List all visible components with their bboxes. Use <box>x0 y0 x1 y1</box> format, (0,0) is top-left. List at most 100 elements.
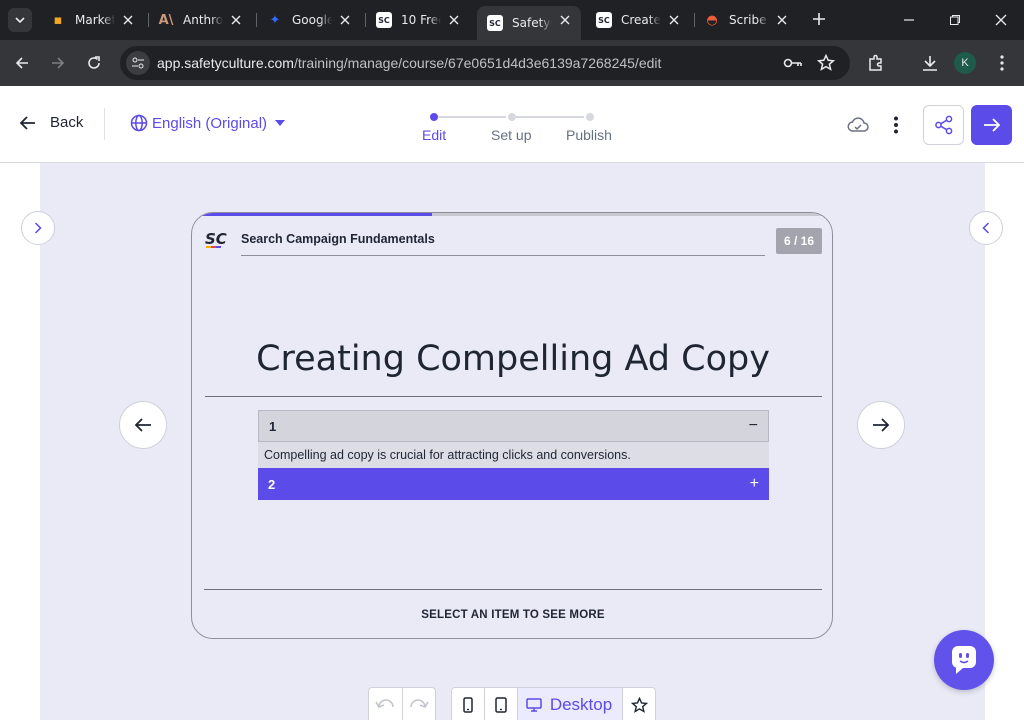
step-dot-publish <box>586 113 594 121</box>
back-button[interactable]: Back <box>20 114 83 131</box>
site-info-button[interactable] <box>126 51 150 75</box>
collapse-icon: − <box>748 417 758 434</box>
accordion-number: 1 <box>269 418 277 434</box>
redo-icon <box>410 699 429 708</box>
close-icon <box>449 15 459 25</box>
arrow-right-icon <box>873 418 890 432</box>
browser-tab[interactable]: ▪ Marketing <box>40 6 144 34</box>
close-icon <box>123 15 133 25</box>
header-divider <box>104 108 105 140</box>
caret-down-icon <box>275 120 286 126</box>
chevron-right-icon <box>34 222 42 234</box>
safetyculture-logo: SC <box>205 230 227 248</box>
tab-close-button[interactable] <box>666 12 682 28</box>
share-button[interactable] <box>923 105 964 145</box>
accordion-number: 2 <box>268 476 276 492</box>
editor-header: Back English (Original) Edit Set up Publ… <box>0 86 1024 163</box>
kebab-menu-icon <box>894 116 898 134</box>
minimize-button[interactable] <box>897 8 921 32</box>
browser-tab[interactable]: SC 10 Free <box>366 6 470 34</box>
redo-button[interactable] <box>401 688 435 720</box>
arrow-right-icon <box>983 118 1000 132</box>
monitor-icon <box>526 698 542 712</box>
cloud-sync-icon <box>846 113 870 137</box>
download-icon <box>923 56 937 71</box>
undo-button[interactable] <box>369 688 402 720</box>
device-preview-toggle: Desktop <box>451 687 656 720</box>
browser-back-button[interactable] <box>10 51 34 75</box>
step-edit[interactable]: Edit <box>422 127 446 143</box>
slide-instruction: SELECT AN ITEM TO SEE MORE <box>421 609 605 621</box>
profile-avatar[interactable]: K <box>954 52 976 74</box>
downloads-button[interactable] <box>918 51 942 75</box>
tab-close-button[interactable] <box>120 12 136 28</box>
arrow-right-icon <box>52 57 65 69</box>
phone-icon <box>463 697 473 713</box>
expand-right-panel-button[interactable] <box>969 211 1003 245</box>
desktop-view-label: Desktop <box>549 695 613 714</box>
step-publish[interactable]: Publish <box>566 127 612 143</box>
browser-tab[interactable]: SC SafetyCulture <box>477 6 581 40</box>
course-title: Search Campaign Fundamentals <box>241 232 435 246</box>
more-options-button[interactable] <box>884 113 908 137</box>
browser-menu-button[interactable] <box>990 51 1014 75</box>
language-label: English (Original) <box>152 114 268 132</box>
restore-button[interactable] <box>943 8 967 32</box>
password-key-icon[interactable] <box>782 52 804 74</box>
close-icon <box>231 15 241 25</box>
workflow-stepper: Edit Set up Publish <box>410 86 630 162</box>
accordion-header-2[interactable]: 2 + <box>258 468 769 500</box>
sc-icon: SC <box>376 12 392 28</box>
accordion-item: 2 + <box>258 468 769 500</box>
new-tab-button[interactable] <box>808 8 830 30</box>
previous-slide-button[interactable] <box>119 401 167 449</box>
reload-button[interactable] <box>82 51 106 75</box>
slide-heading[interactable]: Creating Compelling Ad Copy <box>192 339 832 379</box>
browser-tab[interactable]: SC Create <box>586 6 690 34</box>
heading-divider <box>205 396 822 397</box>
tab-title: Marketing <box>75 13 115 27</box>
browser-tab[interactable]: ◓ Scribe <box>694 6 798 34</box>
continue-button[interactable] <box>971 105 1012 145</box>
desktop-view-button[interactable]: Desktop <box>518 688 623 720</box>
mobile-view-button[interactable] <box>452 688 485 720</box>
tab-close-button[interactable] <box>446 12 462 28</box>
step-setup[interactable]: Set up <box>491 127 531 143</box>
expand-left-panel-button[interactable] <box>21 211 55 245</box>
extensions-button[interactable] <box>864 51 888 75</box>
browser-tab[interactable]: A\ Anthropic <box>148 6 252 34</box>
tune-icon <box>132 57 144 69</box>
step-dot-edit <box>430 113 438 121</box>
tab-title: SafetyCulture <box>512 16 552 30</box>
scribe-icon: ◓ <box>706 12 718 28</box>
tab-close-button[interactable] <box>557 12 573 28</box>
browser-tab[interactable]: ✦ Google Ads <box>257 6 361 34</box>
close-icon <box>340 15 350 25</box>
help-chat-button[interactable] <box>934 630 994 690</box>
tablet-view-button[interactable] <box>485 688 518 720</box>
tab-close-button[interactable] <box>337 12 353 28</box>
back-label: Back <box>50 114 84 131</box>
address-bar[interactable]: app.safetyculture.com/training/manage/co… <box>120 46 850 80</box>
tab-search-button[interactable] <box>8 8 32 32</box>
next-slide-button[interactable] <box>857 401 905 449</box>
kebab-menu-icon <box>1000 55 1004 71</box>
arrow-left-icon <box>134 418 151 432</box>
anthropic-icon: A\ <box>158 12 174 28</box>
browser-forward-button[interactable] <box>46 51 70 75</box>
accordion-header-1[interactable]: 1 − <box>258 410 769 442</box>
close-window-button[interactable] <box>989 8 1013 32</box>
tab-close-button[interactable] <box>228 12 244 28</box>
favorite-button[interactable] <box>623 688 655 720</box>
browser-tab-bar: ▪ Marketing A\ Anthropic ✦ Google Ads SC 10 Fre… <box>0 0 1024 40</box>
tab-close-button[interactable] <box>774 12 790 28</box>
language-selector[interactable]: English (Original) <box>130 114 286 132</box>
tablet-icon <box>495 697 507 713</box>
slide-preview: SC Search Campaign Fundamentals 6 / 16 C… <box>191 212 833 639</box>
plus-icon <box>813 13 825 25</box>
sc-icon: SC <box>596 12 612 28</box>
bookmark-star-icon[interactable] <box>815 52 837 74</box>
chevron-left-icon <box>982 222 990 234</box>
history-controls <box>368 687 436 720</box>
reload-icon <box>88 56 100 69</box>
